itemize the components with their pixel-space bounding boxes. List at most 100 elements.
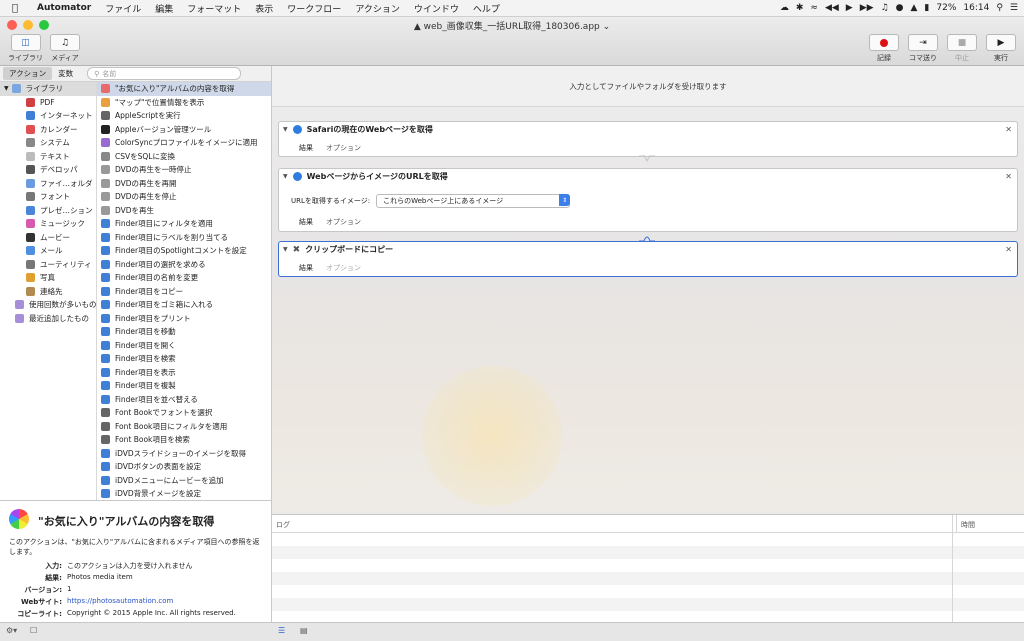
previous-track-icon[interactable]: ◀◀ — [825, 3, 839, 13]
action-list-item[interactable]: DVDの再生を一時停止 — [97, 163, 271, 177]
music-icon[interactable]: ♫ — [881, 3, 889, 13]
action-list-item[interactable]: DVDを再生 — [97, 204, 271, 218]
next-track-icon[interactable]: ▶▶ — [860, 3, 874, 13]
library-item[interactable]: プレゼ…ション — [0, 204, 96, 218]
action-list-item[interactable]: Finder項目にラベルを割り当てる — [97, 231, 271, 245]
results-toggle[interactable]: 結果 — [299, 143, 313, 153]
action-copy-clipboard[interactable]: ▼ ✖ クリップボードにコピー ✕ 結果 オプション — [278, 241, 1018, 277]
library-item[interactable]: ファイ…ォルダ — [0, 177, 96, 191]
library-item[interactable]: 連絡先 — [0, 285, 96, 299]
library-item[interactable]: カレンダー — [0, 123, 96, 137]
apple-menu-icon[interactable]:  — [0, 3, 30, 14]
library-item[interactable]: システム — [0, 136, 96, 150]
action-list-item[interactable]: iDVDスライドショーのイメージを取得 — [97, 447, 271, 461]
action-list-item[interactable]: Appleバージョン管理ツール — [97, 123, 271, 137]
gear-icon[interactable]: ⚙▾ — [6, 626, 17, 635]
media-button[interactable]: ♫ メディア — [50, 34, 80, 63]
image-source-select[interactable]: これらのWebページ上にあるイメージ ⇕ — [376, 194, 571, 208]
library-item[interactable]: デベロッパ — [0, 163, 96, 177]
library-button[interactable]: ◫ ライブラリ — [8, 34, 43, 63]
action-list-item[interactable]: iDVDボタンの表面を設定 — [97, 460, 271, 474]
library-item[interactable]: PDF — [0, 96, 96, 110]
action-list-item[interactable]: Finder項目をプリント — [97, 312, 271, 326]
record-button[interactable]: 記録 — [869, 34, 899, 63]
log-column-header[interactable]: ログ — [272, 515, 957, 532]
library-item[interactable]: ミュージック — [0, 217, 96, 231]
tab-actions[interactable]: アクション — [3, 67, 53, 80]
action-list-item[interactable]: Finder項目の名前を変更 — [97, 271, 271, 285]
action-list-item[interactable]: Finder項目を複製 — [97, 379, 271, 393]
action-list-item[interactable]: Finder項目を移動 — [97, 325, 271, 339]
menu-action[interactable]: アクション — [348, 2, 407, 15]
disclosure-triangle-icon[interactable]: ▼ — [283, 173, 288, 180]
action-list-item[interactable]: iDVDメニューにムービーを追加 — [97, 474, 271, 488]
library-item[interactable]: テキスト — [0, 150, 96, 164]
library-item[interactable]: 最近追加したもの — [0, 312, 96, 326]
workflow-area[interactable]: 入力としてファイルやフォルダを受け取ります ▼ Safariの現在のWebページ… — [272, 66, 1024, 513]
action-list-item[interactable]: Finder項目をコピー — [97, 285, 271, 299]
spotlight-icon[interactable]: ⚲ — [996, 3, 1003, 13]
action-list-item[interactable]: Finder項目にフィルタを適用 — [97, 217, 271, 231]
run-button[interactable]: ▶ 実行 — [986, 34, 1016, 63]
menu-view[interactable]: 表示 — [248, 2, 280, 15]
action-list-item[interactable]: Font Bookでフォントを選択 — [97, 406, 271, 420]
cloud-icon[interactable]: ☁ — [780, 3, 789, 13]
action-get-image-urls[interactable]: ▼ WebページからイメージのURLを取得 ✕ URLを取得するイメージ: これ… — [278, 168, 1018, 232]
menu-workflow[interactable]: ワークフロー — [280, 2, 348, 15]
action-safari-get-page[interactable]: ▼ Safariの現在のWebページを取得 ✕ 結果 オプション — [278, 121, 1018, 157]
library-item[interactable]: 使用回数が多いもの — [0, 298, 96, 312]
options-toggle[interactable]: オプション — [326, 143, 361, 153]
action-list-item[interactable]: iDVD背景イメージを設定 — [97, 487, 271, 500]
action-list-item[interactable]: Finder項目を開く — [97, 339, 271, 353]
options-toggle[interactable]: オプション — [326, 217, 361, 227]
menu-window[interactable]: ウインドウ — [407, 2, 466, 15]
tab-variables[interactable]: 変数 — [52, 67, 79, 80]
time-column-header[interactable]: 時間 — [957, 515, 975, 532]
menu-file[interactable]: ファイル — [98, 2, 148, 15]
action-list-item[interactable]: "マップ"で位置情報を表示 — [97, 96, 271, 110]
description-toggle-icon[interactable]: ☐ — [30, 626, 37, 635]
action-list-item[interactable]: Finder項目をゴミ箱に入れる — [97, 298, 271, 312]
menu-edit[interactable]: 編集 — [148, 2, 180, 15]
volume-icon[interactable]: ▲ — [911, 3, 918, 13]
action-list-item[interactable]: AppleScriptを実行 — [97, 109, 271, 123]
action-list-item[interactable]: Finder項目を検索 — [97, 352, 271, 366]
action-list-item[interactable]: "お気に入り"アルバムの内容を取得 — [97, 82, 271, 96]
play-icon[interactable]: ▶ — [846, 3, 853, 13]
evernote-icon[interactable]: ● — [896, 3, 904, 13]
close-icon[interactable]: ✕ — [1005, 172, 1012, 181]
disclosure-triangle-icon[interactable]: ▼ — [4, 85, 9, 92]
website-link[interactable]: https://photosautomation.com — [67, 597, 173, 607]
action-list-item[interactable]: Finder項目を表示 — [97, 366, 271, 380]
variable-view-icon[interactable]: ▤ — [300, 626, 308, 635]
action-list-item[interactable]: CSVをSQLに変換 — [97, 150, 271, 164]
search-input[interactable]: ⚲ 名前 — [87, 67, 242, 80]
action-list-item[interactable]: Font Book項目にフィルタを適用 — [97, 420, 271, 434]
action-list-item[interactable]: ColorSyncプロファイルをイメージに適用 — [97, 136, 271, 150]
clock[interactable]: 16:14 — [963, 3, 989, 13]
action-list-item[interactable]: Finder項目を並べ替える — [97, 393, 271, 407]
library-item[interactable]: ムービー — [0, 231, 96, 245]
close-icon[interactable]: ✕ — [1005, 125, 1012, 134]
disclosure-triangle-icon[interactable]: ▼ — [283, 126, 288, 133]
library-item[interactable]: ▼ ライブラリ — [0, 82, 96, 96]
results-toggle[interactable]: 結果 — [299, 217, 313, 227]
notification-center-icon[interactable]: ☰ — [1010, 3, 1018, 13]
action-list-item[interactable]: Finder項目の選択を求める — [97, 258, 271, 272]
step-button[interactable]: ⇥ コマ送り — [908, 34, 938, 63]
library-item[interactable]: フォント — [0, 190, 96, 204]
library-item[interactable]: メール — [0, 244, 96, 258]
stop-button[interactable]: ■ 中止 — [947, 34, 977, 63]
menu-app[interactable]: Automator — [30, 3, 98, 13]
options-toggle[interactable]: オプション — [326, 263, 361, 273]
battery-icon[interactable]: ▮ — [924, 3, 929, 13]
disclosure-triangle-icon[interactable]: ▼ — [283, 246, 288, 253]
library-item[interactable]: インターネット — [0, 109, 96, 123]
menu-help[interactable]: ヘルプ — [466, 2, 507, 15]
action-list-item[interactable]: Finder項目のSpotlightコメントを設定 — [97, 244, 271, 258]
menu-format[interactable]: フォーマット — [180, 2, 248, 15]
results-toggle[interactable]: 結果 — [299, 263, 313, 273]
library-item[interactable]: ユーティリティ — [0, 258, 96, 272]
library-item[interactable]: 写真 — [0, 271, 96, 285]
action-list-item[interactable]: DVDの再生を再開 — [97, 177, 271, 191]
